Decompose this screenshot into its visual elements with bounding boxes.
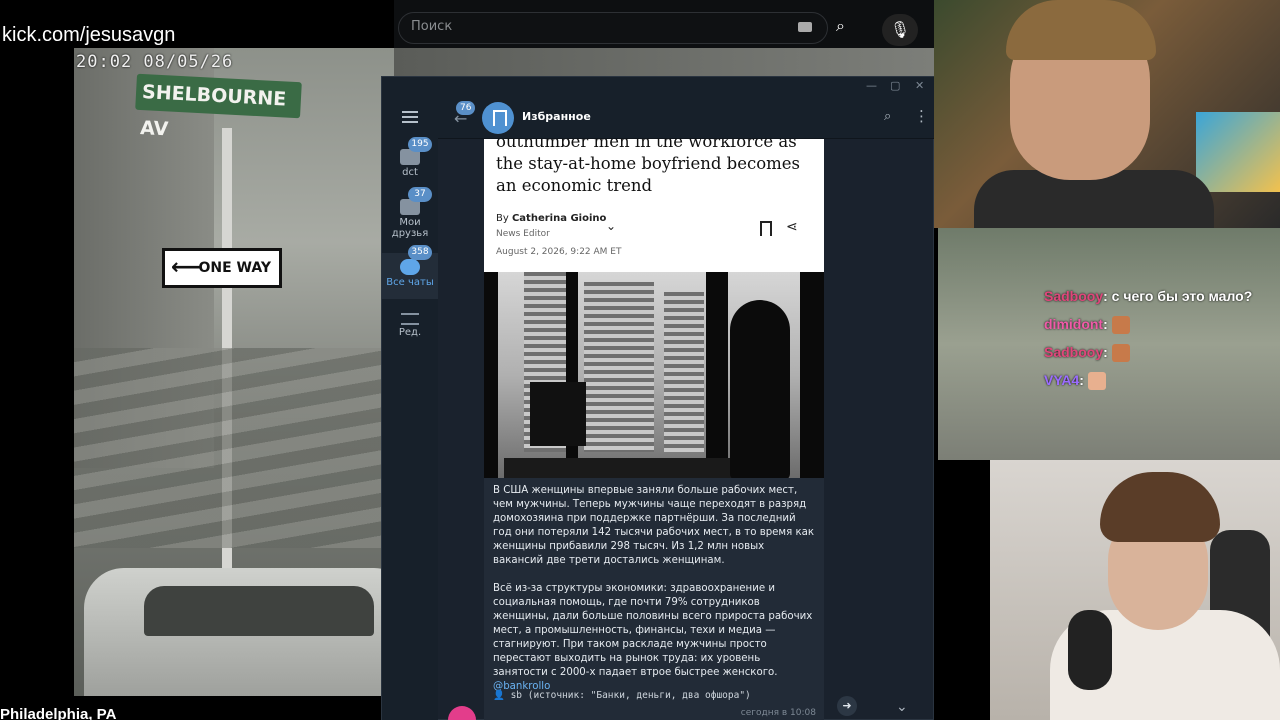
article-title: outnumber men in the workforce as the st… [496,139,801,195]
street-sign: SHELBOURNE AV [135,73,302,140]
chevron-down-icon: ⌄ [606,219,617,233]
folder-label: dct [402,167,418,178]
oneway-label: ONE WAY [198,260,271,276]
folder-badge: 195 [408,137,432,152]
oneway-sign: ⟵ ONE WAY [162,248,282,288]
search-icon[interactable]: ⌕ [884,109,891,124]
mic-icon[interactable]: 🎙 [882,14,918,46]
folder-friends[interactable]: 37 Мои друзья [382,187,438,249]
emote-icon [1111,316,1130,335]
chat-message: dimidont: [1040,312,1280,340]
bookmark-icon [760,221,772,236]
unread-badge: 76 [456,101,476,115]
telegram-window: — ▢ ✕ 195 dct 37 Мои друзья 358 Все чаты [381,76,935,720]
forward-icon[interactable]: ➜ [837,696,857,716]
sliders-icon [401,313,419,325]
chats-icon [400,259,420,275]
chat-overlay: Sadbooy: с чего бы это мало? dimidont: S… [1040,284,1280,396]
maximize-icon[interactable]: ▢ [890,79,900,92]
silhouette [730,300,790,478]
chat-message: Sadbooy: [1040,340,1280,368]
article-date: August 2, 2026, 9:22 AM ET [496,247,622,257]
message-paragraph: Всё из-за структуры экономики: здравоохр… [493,583,813,678]
stairs [74,348,394,548]
folder-rail: 195 dct 37 Мои друзья 358 Все чаты Ред. [382,97,438,720]
video-timestamp: 20:02 08/05/26 [76,52,234,72]
message-paragraph: В США женщины впервые заняли больше рабо… [493,485,815,566]
webcam-top [934,0,1280,228]
folder-label: Все чаты [386,277,434,288]
more-icon[interactable]: ⋮ [914,107,929,125]
emote-icon [1087,372,1106,391]
chat-message: Sadbooy: с чего бы это мало? [1044,288,1253,304]
location-label: Philadelphia, PA [0,706,117,720]
folder-badge: 37 [408,187,432,202]
stream-url: kick.com/jesusavgn [2,24,176,46]
saved-messages-avatar [482,102,514,134]
left-arrow-icon: ⟵ [171,255,203,280]
author-role: News Editor [496,229,550,239]
message-text: В США женщины впервые заняли больше рабо… [484,478,824,720]
folder-dct[interactable]: 195 dct [382,137,438,189]
article-screenshot: outnumber men in the workforce as the st… [484,139,824,272]
folder-edit[interactable]: Ред. [382,309,438,349]
folder-all-chats[interactable]: 358 Все чаты [382,245,438,299]
street-video: SHELBOURNE AV ⟵ ONE WAY [74,48,394,696]
share-icon: ⋖ [786,219,798,235]
search-icon[interactable]: ⌕ [836,16,856,36]
webcam-bottom [990,460,1280,720]
menu-icon[interactable] [402,111,418,123]
message-time: сегодня в 10:08 [740,708,816,718]
article-byline: By Catherina Gioino [496,213,607,224]
stream-screen: SHELBOURNE AV ⟵ ONE WAY kick.com/jesusav… [0,0,1280,720]
emote-icon [1111,344,1130,363]
chat-message: VYA4: [1040,368,1280,396]
search-input[interactable]: Поиск [398,12,828,44]
car [84,568,394,696]
chat-header: ← 76 Избранное ⌕ ⋮ [438,97,935,139]
search-placeholder: Поиск [411,19,453,34]
close-icon[interactable]: ✕ [915,79,924,92]
article-author: Catherina Gioino [511,213,607,224]
folder-label: Ред. [398,327,422,338]
minimize-icon[interactable]: — [866,79,877,92]
folder-label: Мои друзья [391,217,429,239]
window-titlebar: — ▢ ✕ [382,77,935,97]
message-bubble[interactable]: outnumber men in the workforce as the st… [484,139,824,720]
folder-badge: 358 [408,245,432,260]
microphone [1068,610,1112,690]
message-signature: 👤 sb (источник: "Банки, деньги, два офшо… [493,690,751,701]
keyboard-icon[interactable] [798,22,812,32]
background-strip [394,48,934,78]
scroll-down-icon[interactable]: ⌄ [896,699,908,715]
article-photo [484,272,824,478]
chat-title: Избранное [522,110,591,123]
